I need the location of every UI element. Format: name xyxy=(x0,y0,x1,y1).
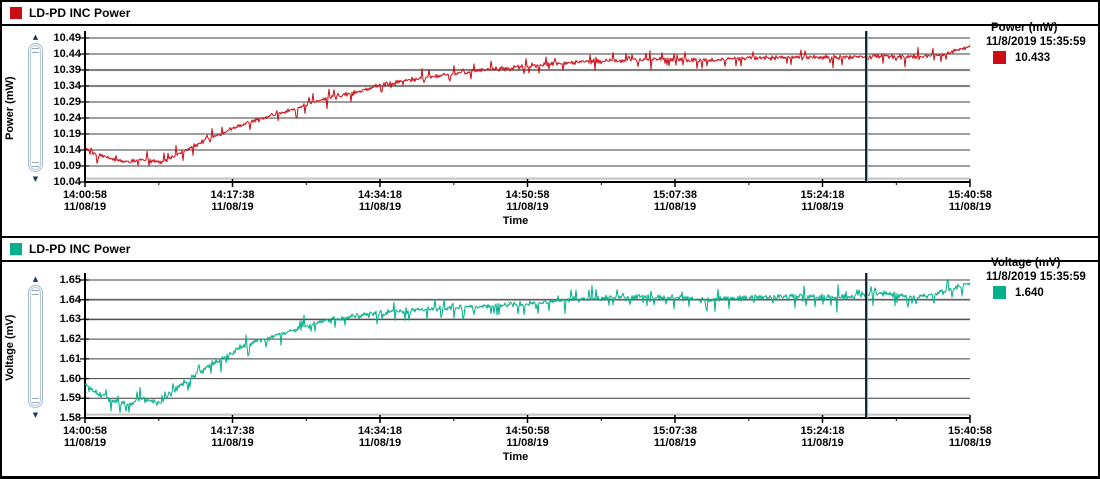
voltage-x-axis-label: Time xyxy=(486,451,546,463)
y-tick-label: 1.59 xyxy=(37,390,81,406)
x-tick-label: 15:24:1811/08/19 xyxy=(781,425,865,449)
voltage-panel: LD-PD INC Power ▲ ▼ Voltage (mV) Time 1.… xyxy=(2,236,1098,478)
power-y-axis-label: Power (mW) xyxy=(4,33,16,184)
x-tick-label: 14:34:1811/08/19 xyxy=(338,189,422,213)
y-tick-label: 10.24 xyxy=(37,110,81,126)
power-series-swatch-icon xyxy=(10,7,22,19)
y-tick-label: 10.44 xyxy=(37,46,81,62)
power-series-line xyxy=(85,45,970,166)
cursor-line[interactable] xyxy=(865,273,868,418)
power-legend-axis: Power (mW) xyxy=(991,22,1100,34)
voltage-legend: Voltage (mV) 11/8/2019 15:35:59 1.640 xyxy=(986,257,1100,299)
power-x-axis-label: Time xyxy=(486,215,546,227)
y-tick-label: 1.60 xyxy=(37,371,81,387)
y-tick-label: 10.09 xyxy=(37,158,81,174)
x-tick-label: 14:17:3811/08/19 xyxy=(191,425,275,449)
x-tick-label: 14:50:5811/08/19 xyxy=(486,425,570,449)
power-plot[interactable] xyxy=(77,31,972,190)
x-tick-label: 15:07:3811/08/19 xyxy=(633,425,717,449)
voltage-series-swatch-icon xyxy=(10,243,22,255)
voltage-chart-area: ▲ ▼ Voltage (mV) Time 1.651.641.631.621.… xyxy=(2,262,1098,478)
x-tick-label: 15:07:3811/08/19 xyxy=(633,189,717,213)
y-tick-label: 10.39 xyxy=(37,62,81,78)
x-tick-label: 14:17:3811/08/19 xyxy=(191,189,275,213)
y-tick-label: 10.19 xyxy=(37,126,81,142)
x-tick-label: 15:40:5811/08/19 xyxy=(928,425,1012,449)
power-legend: Power (mW) 11/8/2019 15:35:59 10.433 xyxy=(986,22,1100,64)
power-chart-area: ▲ ▼ Power (mW) Time 10.4910.4410.3910.34… xyxy=(2,26,1098,236)
voltage-legend-swatch-icon xyxy=(993,286,1006,299)
y-tick-label: 1.61 xyxy=(37,351,81,367)
voltage-panel-header: LD-PD INC Power xyxy=(2,238,1098,262)
y-tick-label: 1.65 xyxy=(37,272,81,288)
x-tick-label: 15:40:5811/08/19 xyxy=(928,189,1012,213)
power-legend-swatch-icon xyxy=(993,51,1006,64)
chart-widget-frame: LD-PD INC Power ▲ ▼ Power (mW) Time 10.4… xyxy=(0,0,1100,479)
y-tick-label: 10.14 xyxy=(37,142,81,158)
power-panel-title: LD-PD INC Power xyxy=(29,6,131,20)
voltage-legend-axis: Voltage (mV) xyxy=(991,257,1100,269)
x-tick-label: 14:00:5811/08/19 xyxy=(43,189,127,213)
power-legend-value: 10.433 xyxy=(1015,52,1050,64)
x-tick-label: 15:24:1811/08/19 xyxy=(781,189,865,213)
y-tick-label: 1.62 xyxy=(37,331,81,347)
voltage-y-axis-label: Voltage (mV) xyxy=(4,275,16,420)
x-tick-label: 14:34:1811/08/19 xyxy=(338,425,422,449)
voltage-plot[interactable] xyxy=(77,273,972,426)
y-tick-label: 10.04 xyxy=(37,174,81,190)
y-tick-label: 1.63 xyxy=(37,311,81,327)
power-panel: LD-PD INC Power ▲ ▼ Power (mW) Time 10.4… xyxy=(2,2,1098,236)
y-tick-label: 10.49 xyxy=(37,30,81,46)
voltage-panel-title: LD-PD INC Power xyxy=(29,242,131,256)
y-tick-label: 10.34 xyxy=(37,78,81,94)
power-legend-timestamp: 11/8/2019 15:35:59 xyxy=(986,36,1100,48)
x-tick-label: 14:00:5811/08/19 xyxy=(43,425,127,449)
y-tick-label: 1.64 xyxy=(37,292,81,308)
x-tick-label: 14:50:5811/08/19 xyxy=(486,189,570,213)
voltage-legend-value: 1.640 xyxy=(1015,287,1044,299)
power-panel-header: LD-PD INC Power xyxy=(2,2,1098,26)
voltage-legend-timestamp: 11/8/2019 15:35:59 xyxy=(986,271,1100,283)
cursor-line[interactable] xyxy=(865,31,868,182)
y-tick-label: 1.58 xyxy=(37,410,81,426)
y-tick-label: 10.29 xyxy=(37,94,81,110)
